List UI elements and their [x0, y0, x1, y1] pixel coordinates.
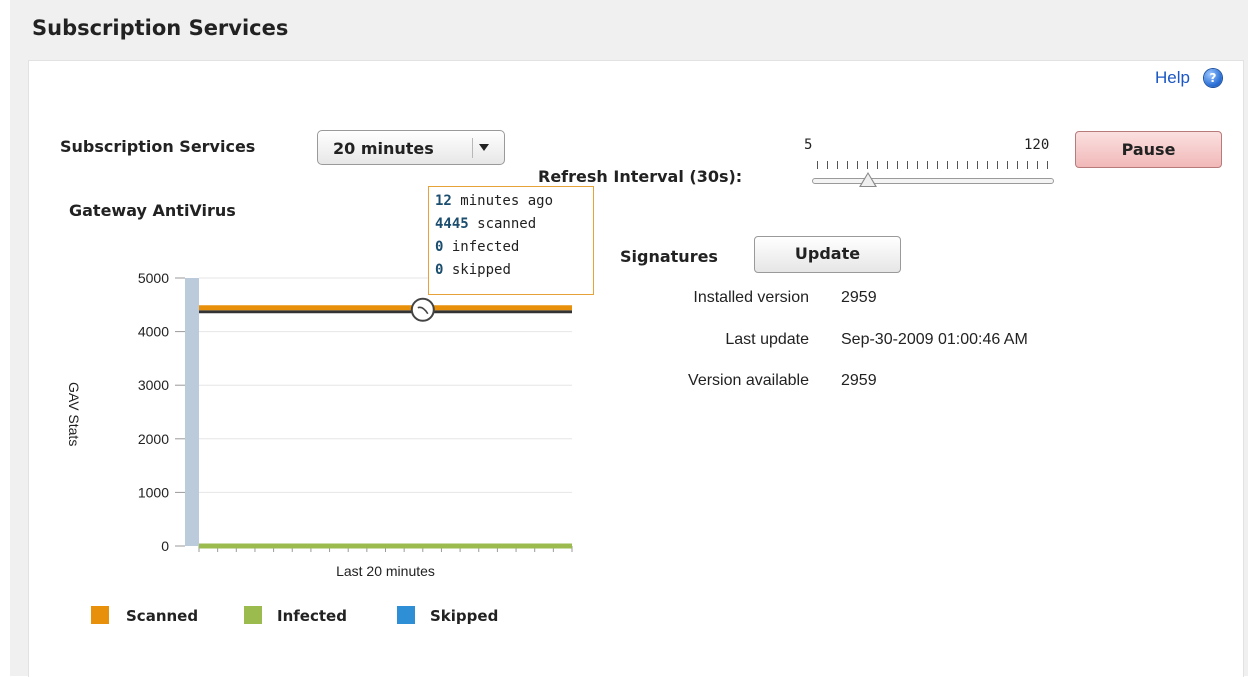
- chart-legend: Scanned Infected Skipped: [91, 606, 591, 630]
- signatures-label: Signatures: [620, 247, 718, 266]
- gav-title: Gateway AntiVirus: [69, 201, 236, 220]
- refresh-slider-thumb[interactable]: [859, 172, 878, 187]
- legend-label-infected: Infected: [277, 607, 347, 625]
- highlight-marker: [410, 297, 435, 322]
- legend-swatch-scanned: [91, 606, 109, 624]
- y-tick-label: 1000: [138, 484, 169, 500]
- tooltip-infected-label: infected: [443, 239, 520, 255]
- sig-row-value: 2959: [841, 289, 877, 306]
- sig-row-label: Installed version: [693, 289, 809, 306]
- y-tick-label: 4000: [138, 324, 169, 340]
- y-tick-label: 0: [161, 538, 169, 554]
- interval-select-value: 20 minutes: [333, 139, 434, 158]
- legend-swatch-skipped: [397, 606, 415, 624]
- y-tick-label: 5000: [138, 270, 169, 286]
- tooltip-minutes-label: minutes ago: [451, 193, 554, 209]
- sig-row-value: 2959: [841, 372, 877, 389]
- x-axis-label: Last 20 minutes: [336, 563, 435, 579]
- y-axis-label: GAV Stats: [69, 382, 82, 446]
- slider-max-label: 120: [1024, 137, 1050, 153]
- refresh-interval-label: Refresh Interval (30s):: [538, 167, 743, 186]
- gav-chart: 0 1000 2000 3000 4000 5000 GAV Stats Last 20 mi…: [69, 270, 573, 579]
- y-tick-label: 2000: [138, 431, 169, 447]
- refresh-slider-track[interactable]: [812, 178, 1054, 184]
- tooltip-scanned-value: 4445: [435, 216, 469, 232]
- legend-label-skipped: Skipped: [430, 607, 499, 625]
- y-axis-band: [185, 278, 199, 546]
- dropdown-divider: [472, 138, 473, 158]
- legend-label-scanned: Scanned: [126, 607, 199, 625]
- slider-min-label: 5: [804, 137, 813, 153]
- section-title: Subscription Services: [32, 16, 289, 40]
- update-signatures-button[interactable]: Update: [754, 236, 901, 273]
- help-icon[interactable]: ?: [1204, 69, 1222, 87]
- chart-tooltip: 12 minutes ago 4445 scanned 0 infected 0…: [428, 186, 594, 295]
- tooltip-minutes-value: 12: [435, 193, 452, 209]
- y-tick-label: 3000: [138, 377, 169, 393]
- subscription-panel: Help ? Subscription Services 20 minutes …: [28, 60, 1244, 677]
- subscription-services-section: Subscription Services Help ? Subscriptio…: [10, 0, 1248, 677]
- help-link[interactable]: Help: [1155, 68, 1190, 88]
- sig-row-label: Last update: [725, 331, 809, 348]
- sig-row-value: Sep-30-2009 01:00:46 AM: [841, 331, 1028, 348]
- tooltip-skipped-label: skipped: [443, 262, 511, 278]
- slider-ticks: [817, 161, 1053, 169]
- tooltip-scanned-label: scanned: [468, 216, 537, 232]
- chevron-down-icon: [479, 144, 489, 151]
- pause-button[interactable]: Pause: [1075, 131, 1222, 168]
- services-label: Subscription Services: [60, 137, 256, 156]
- legend-swatch-infected: [244, 606, 262, 624]
- interval-select[interactable]: 20 minutes: [317, 130, 505, 165]
- sig-row-label: Version available: [688, 372, 809, 389]
